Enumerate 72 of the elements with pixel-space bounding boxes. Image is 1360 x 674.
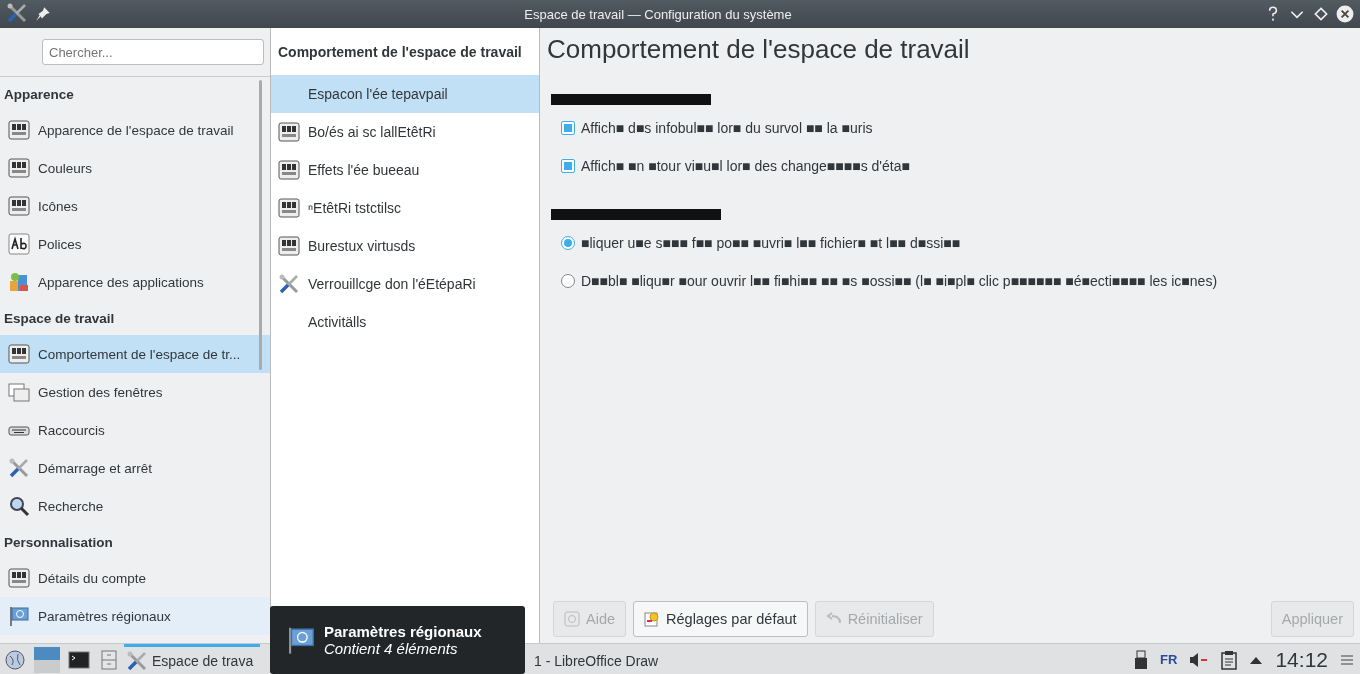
- sidebar-item[interactable]: Détails du compte: [0, 559, 270, 597]
- sidebar-item[interactable]: Démarrage et arrêt: [0, 449, 270, 487]
- checkbox[interactable]: [561, 121, 575, 135]
- sidebar-item[interactable]: Recherche: [0, 487, 270, 525]
- module-icon: [278, 197, 300, 219]
- sidebar-item[interactable]: Apparence des applications: [0, 263, 270, 301]
- module-item[interactable]: Activitälls: [271, 303, 539, 341]
- module-item[interactable]: Verrouillcge don l'éEtépaRi: [271, 265, 539, 303]
- globe-icon[interactable]: [4, 648, 26, 671]
- flag-icon: [286, 625, 316, 655]
- column-header: Comportement de l'espace de travail: [277, 42, 523, 62]
- module-item[interactable]: Effets l'ée bueeau: [271, 151, 539, 189]
- sidebar-item[interactable]: Apparence de l'espace de travail: [0, 111, 270, 149]
- module-icon: [278, 121, 300, 143]
- clock[interactable]: 14:12: [1275, 647, 1328, 672]
- pin-icon[interactable]: [34, 5, 52, 23]
- page-title: Comportement de l'espace de travail: [547, 34, 971, 66]
- module-icon: [278, 235, 300, 257]
- close-icon[interactable]: [1336, 5, 1354, 23]
- desktop-pager-icon[interactable]: [34, 646, 60, 673]
- keyboard-layout[interactable]: FR: [1160, 652, 1178, 667]
- module-icon: [8, 119, 30, 141]
- sidebar-item[interactable]: Paramètres régionaux: [0, 597, 270, 635]
- tooltip-subtitle: Contient 4 éléments: [324, 640, 459, 657]
- taskbar-task[interactable]: Espace de trava: [124, 644, 260, 674]
- tools-icon: [6, 1, 28, 24]
- taskbar-task[interactable]: 1 - LibreOffice Draw: [532, 644, 661, 674]
- search-icon: [8, 495, 30, 517]
- sidebar-item[interactable]: Polices: [0, 225, 270, 263]
- tools-icon: [126, 650, 148, 672]
- search-field[interactable]: Chercher...: [42, 39, 264, 65]
- module-item[interactable]: Burestux virtusds: [271, 227, 539, 265]
- windows-icon: [8, 381, 30, 403]
- module-icon: [8, 195, 30, 217]
- window-title: Espace de travail — Configuration du système: [523, 6, 793, 22]
- radio-button[interactable]: [561, 274, 575, 288]
- group-header: Apparence: [3, 85, 75, 104]
- maximize-icon[interactable]: [1312, 5, 1330, 23]
- apps-icon: [8, 271, 30, 293]
- module-item[interactable]: Bo/és ai sc lallEtêtRi: [271, 113, 539, 151]
- sidebar-item[interactable]: Couleurs: [0, 149, 270, 187]
- usb-drive-icon[interactable]: [1134, 649, 1149, 670]
- group-header: Personnalisation: [3, 533, 114, 552]
- clipboard-icon[interactable]: [1221, 649, 1238, 670]
- tools-icon: [8, 457, 30, 479]
- module-icon: [8, 157, 30, 179]
- scrollbar[interactable]: [259, 80, 262, 370]
- tooltip-title: Paramètres régionaux: [324, 623, 482, 640]
- sidebar-item[interactable]: Gestion des fenêtres: [0, 373, 270, 411]
- terminal-icon[interactable]: [68, 648, 90, 671]
- module-icon: [8, 567, 30, 589]
- option-label: Affich■ d■s infobul■■ lor■ du survol ■■ la ■uris: [581, 120, 873, 136]
- sidebar-item[interactable]: Raccourcis: [0, 411, 270, 449]
- sidebar-item[interactable]: Icônes: [0, 187, 270, 225]
- action-button[interactable]: Réglages par défaut: [633, 601, 808, 637]
- module-item[interactable]: Espacon l'ée tepavpail: [271, 75, 539, 113]
- option-label: D■■bl■ ■liqu■r ■our ouvrir l■■ fi■hi■■ ■■ ■s ■ossi■■ (l■ ■i■pl■ clic p■■■■■■ ■é■ecti■■■■ les ic■nes): [581, 273, 1218, 289]
- radio-button[interactable]: [561, 236, 575, 250]
- module-icon: [8, 343, 30, 365]
- option-label: ■liquer u■e s■■■ f■■ po■■ ■uvri■ l■■ fichier■ ■t l■■ d■ssi■■: [581, 235, 961, 251]
- tools-icon: [278, 273, 300, 295]
- option-label: Affich■ ■n ■tour vi■u■l lor■ des change■■■■s d'éta■: [581, 158, 910, 174]
- module-icon: [278, 159, 300, 181]
- speaker-muted-icon[interactable]: [1189, 650, 1210, 669]
- module-item[interactable]: ⁿEtêtRi tstctilsc: [271, 189, 539, 227]
- font-icon: [8, 233, 30, 255]
- checkbox[interactable]: [561, 159, 575, 173]
- help-icon: [564, 611, 580, 627]
- defaults-icon: [644, 611, 661, 627]
- group-header: Espace de travail: [3, 309, 116, 328]
- sidebar-item[interactable]: Comportement de l'espace de tr...: [0, 335, 270, 373]
- flag-icon: [8, 605, 30, 627]
